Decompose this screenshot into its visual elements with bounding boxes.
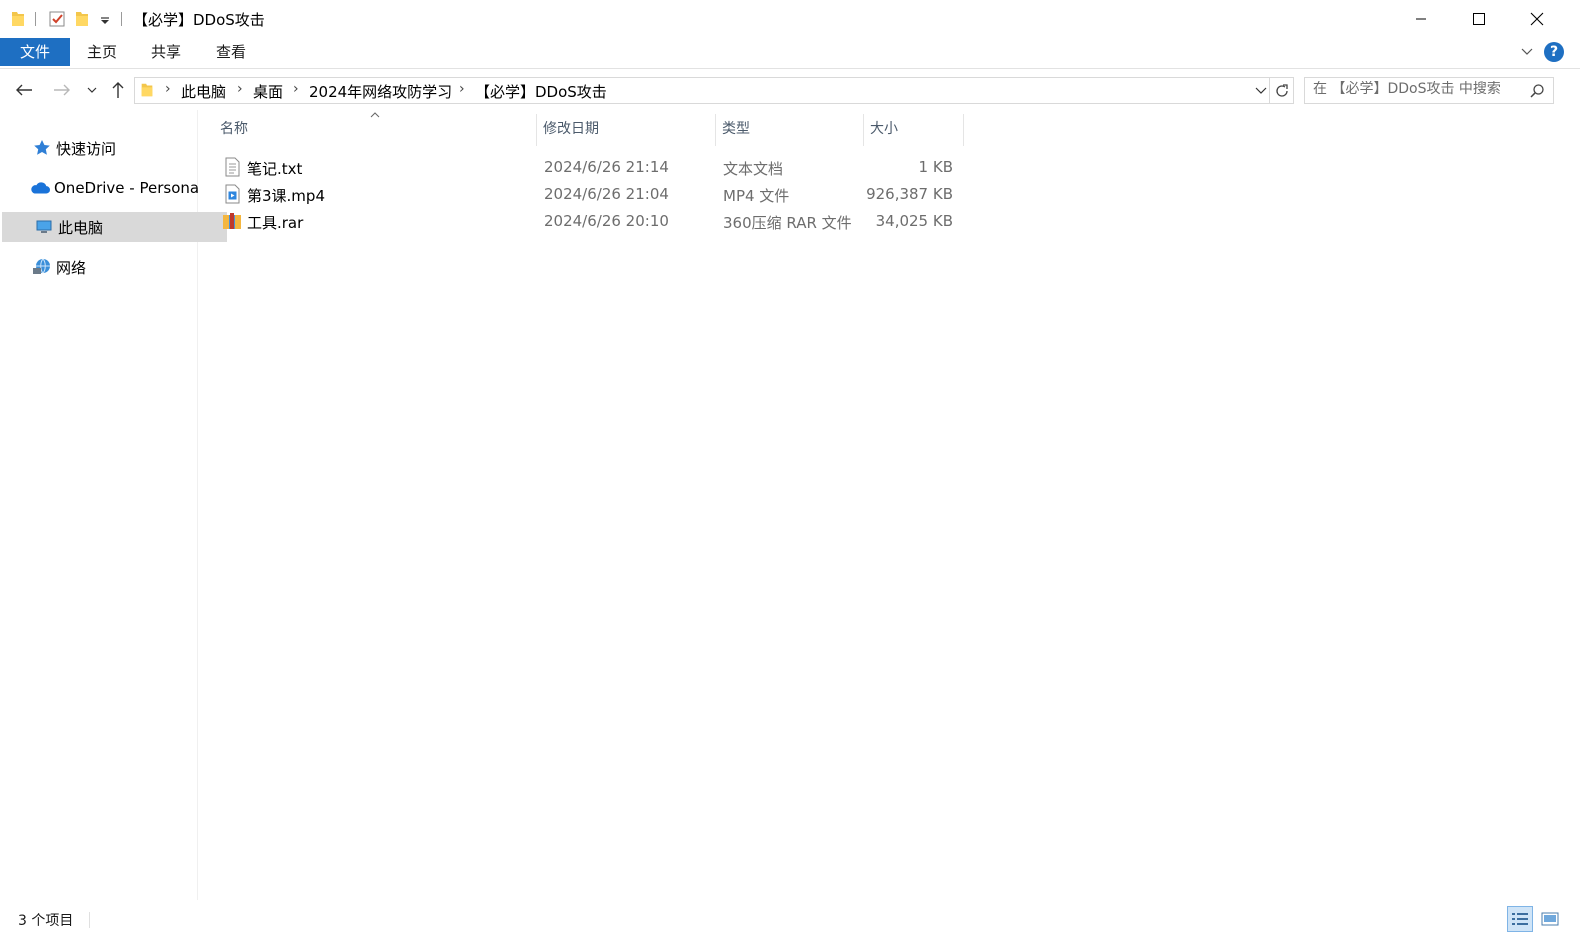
sidebar-item-this-pc[interactable]: 此电脑 — [2, 212, 227, 242]
status-bar: 3 个项目 — [0, 900, 1580, 942]
toolbar-separator — [121, 12, 122, 26]
status-separator — [89, 912, 90, 928]
breadcrumb-current-folder[interactable]: 【必学】DDoS攻击 — [475, 81, 607, 102]
file-size: 926,387 KB — [866, 185, 953, 203]
maximize-button[interactable] — [1450, 0, 1508, 38]
sidebar-item-label: 快速访问 — [56, 139, 117, 158]
computer-icon — [34, 217, 54, 237]
tab-file[interactable]: 文件 — [0, 38, 70, 66]
toolbar-separator — [35, 12, 36, 26]
video-file-icon — [225, 184, 240, 204]
file-size: 34,025 KB — [875, 212, 953, 230]
column-header-type[interactable]: 类型 — [716, 110, 863, 146]
chevron-right-icon: › — [293, 81, 299, 97]
breadcrumb-this-pc[interactable]: 此电脑 — [181, 81, 226, 102]
file-row[interactable]: 笔记.txt 2024/6/26 21:14 文本文档 1 KB — [217, 154, 963, 181]
cloud-icon — [30, 178, 50, 198]
refresh-icon — [1275, 83, 1288, 97]
close-icon — [1530, 12, 1544, 26]
column-header-name[interactable]: 名称 — [214, 110, 536, 146]
new-folder-icon[interactable] — [73, 10, 91, 28]
sidebar-item-label: OneDrive - Persona — [54, 179, 200, 197]
column-header-size[interactable]: 大小 — [864, 110, 963, 146]
file-row[interactable]: 工具.rar 2024/6/26 20:10 360压缩 RAR 文件 34,0… — [217, 208, 963, 235]
sidebar-item-onedrive[interactable]: OneDrive - Persona — [2, 173, 223, 203]
close-button[interactable] — [1508, 0, 1566, 38]
file-name: 笔记.txt — [247, 160, 303, 178]
forward-arrow-icon — [54, 84, 70, 96]
column-divider[interactable] — [963, 114, 964, 146]
back-arrow-icon — [16, 84, 32, 96]
ribbon-expand-icon[interactable] — [1520, 46, 1534, 58]
file-type: MP4 文件 — [723, 187, 790, 205]
column-header-date[interactable]: 修改日期 — [537, 110, 715, 146]
file-row[interactable]: 第3课.mp4 2024/6/26 21:04 MP4 文件 926,387 K… — [217, 181, 963, 208]
file-date: 2024/6/26 21:04 — [544, 185, 669, 203]
minimize-button[interactable] — [1392, 0, 1450, 38]
window-title: 【必学】DDoS攻击 — [133, 11, 265, 29]
file-date: 2024/6/26 21:14 — [544, 158, 669, 176]
details-view-icon — [1512, 913, 1528, 925]
large-icons-view-button[interactable] — [1537, 906, 1563, 932]
chevron-right-icon: › — [165, 81, 171, 97]
ribbon-tabs: 文件 主页 共享 查看 ? — [0, 38, 1580, 69]
address-bar[interactable]: › 此电脑 › 桌面 › 2024年网络攻防学习 › 【必学】DDoS攻击 — [134, 77, 1270, 104]
dropdown-arrow-icon[interactable] — [96, 10, 114, 28]
folder-icon — [141, 83, 153, 97]
refresh-button[interactable] — [1270, 77, 1294, 104]
sidebar-item-label: 此电脑 — [58, 218, 104, 237]
address-history-dropdown-icon[interactable] — [1255, 87, 1267, 95]
file-size: 1 KB — [918, 158, 953, 176]
breadcrumb-desktop[interactable]: 桌面 — [253, 81, 283, 102]
file-name: 第3课.mp4 — [247, 187, 325, 205]
network-icon — [32, 257, 52, 277]
file-type: 360压缩 RAR 文件 — [723, 214, 852, 232]
maximize-icon — [1473, 13, 1485, 25]
archive-file-icon — [223, 213, 241, 229]
chevron-right-icon: › — [459, 81, 465, 97]
item-count: 3 个项目 — [18, 913, 74, 929]
help-icon[interactable]: ? — [1544, 42, 1564, 62]
star-icon — [32, 138, 52, 158]
text-file-icon — [225, 157, 240, 177]
search-icon[interactable] — [1529, 83, 1545, 99]
tab-share[interactable]: 共享 — [136, 38, 196, 66]
up-arrow-icon — [112, 82, 124, 98]
chevron-right-icon: › — [237, 81, 243, 97]
folder-icon — [12, 12, 24, 26]
file-name: 工具.rar — [247, 214, 304, 232]
file-type: 文本文档 — [723, 160, 784, 178]
properties-check-icon[interactable] — [48, 10, 66, 28]
sidebar-item-label: 网络 — [56, 258, 87, 277]
up-button[interactable] — [106, 78, 130, 102]
navigation-pane: 快速访问 OneDrive - Persona 此电脑 网络 — [0, 110, 227, 900]
navigation-bar: › 此电脑 › 桌面 › 2024年网络攻防学习 › 【必学】DDoS攻击 — [0, 70, 1580, 110]
tab-view[interactable]: 查看 — [200, 38, 262, 66]
minimize-icon — [1416, 18, 1426, 20]
forward-button[interactable] — [50, 78, 74, 102]
large-icons-view-icon — [1541, 912, 1559, 926]
back-button[interactable] — [12, 78, 36, 102]
file-date: 2024/6/26 20:10 — [544, 212, 669, 230]
recent-locations-button[interactable] — [80, 78, 104, 102]
details-view-button[interactable] — [1507, 906, 1533, 932]
search-box[interactable] — [1304, 77, 1554, 104]
tab-home[interactable]: 主页 — [72, 38, 132, 66]
breadcrumb-study-folder[interactable]: 2024年网络攻防学习 — [309, 81, 452, 102]
chevron-down-icon — [87, 87, 97, 93]
search-input[interactable] — [1313, 81, 1518, 97]
sidebar-item-quick-access[interactable]: 快速访问 — [2, 133, 225, 163]
title-bar: 【必学】DDoS攻击 — [0, 0, 1580, 38]
sidebar-item-network[interactable]: 网络 — [2, 252, 225, 282]
